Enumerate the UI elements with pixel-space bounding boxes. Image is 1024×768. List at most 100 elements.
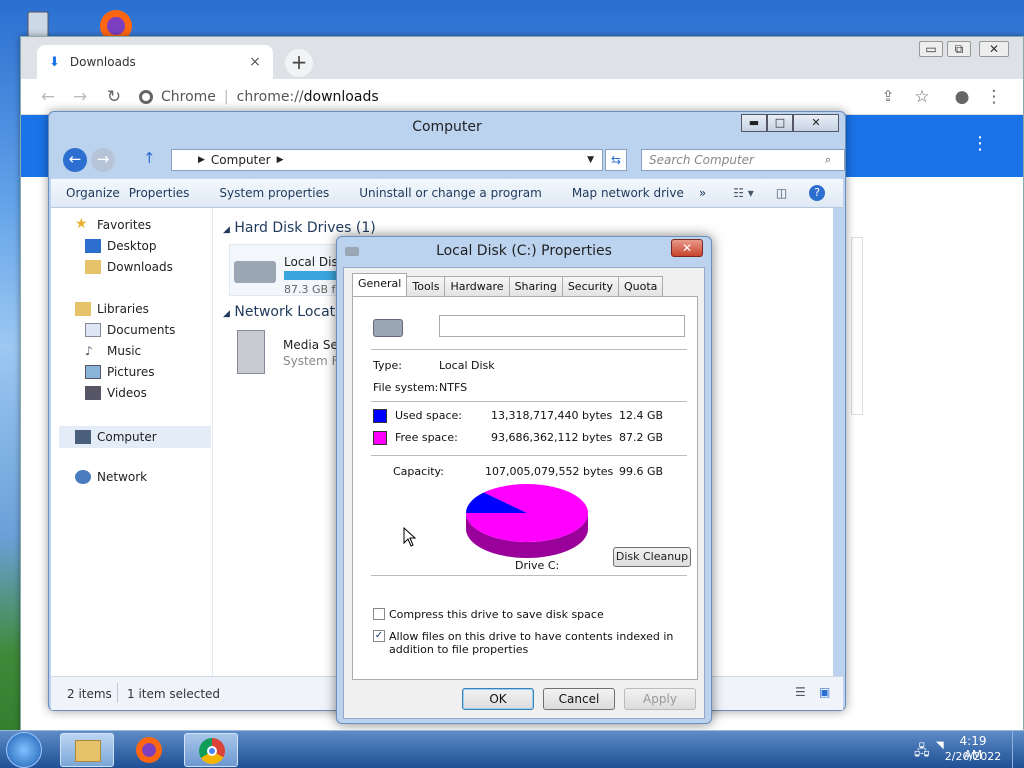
capacity-label: Capacity:	[393, 465, 444, 478]
breadcrumb-computer[interactable]: Computer	[211, 153, 271, 167]
profile-avatar-icon[interactable]: ●	[951, 87, 973, 107]
chrome-menu-icon[interactable]: ⋮	[983, 87, 1005, 107]
tab-hardware[interactable]: Hardware	[444, 276, 510, 296]
file-system-label: File system:	[373, 381, 439, 394]
taskbar-chrome-icon[interactable]	[184, 733, 238, 767]
documents-icon	[85, 323, 101, 337]
forward-icon[interactable]: →	[69, 87, 91, 107]
network-tray-icon[interactable]: 🖧	[914, 740, 930, 764]
refresh-icon[interactable]: ⇆	[605, 149, 627, 171]
url-scheme: chrome://	[236, 89, 304, 105]
used-space-bytes: 13,318,717,440 bytes	[491, 409, 613, 422]
network-icon	[75, 470, 91, 484]
large-icons-view-icon[interactable]: ▣	[819, 685, 830, 699]
dialog-tabs: General Tools Hardware Sharing Security …	[352, 273, 664, 296]
divider-1	[371, 349, 687, 350]
tab-sharing[interactable]: Sharing	[508, 276, 563, 296]
url-chrome-label: Chrome	[161, 89, 216, 105]
status-items: 2 items	[67, 687, 112, 701]
organize-button[interactable]: Organize	[66, 186, 120, 200]
nav-desktop-label: Desktop	[107, 239, 157, 253]
taskbar-explorer-icon[interactable]	[60, 733, 114, 767]
close-button[interactable]: ✕	[979, 41, 1009, 57]
explorer-maximize-button[interactable]: □	[767, 114, 793, 132]
new-tab-button[interactable]: +	[285, 49, 313, 77]
start-button-icon[interactable]	[6, 732, 42, 768]
breadcrumb-chevron-icon: ▶	[276, 155, 284, 165]
network-locations-header[interactable]: ◢ Network Locati	[223, 304, 339, 320]
tab-close-icon[interactable]: ×	[245, 54, 265, 70]
disk-cleanup-button[interactable]: Disk Cleanup	[613, 547, 691, 567]
address-bar[interactable]: ▶ Computer ▶ ▼	[171, 149, 603, 171]
explorer-close-button[interactable]: ✕	[793, 114, 839, 132]
back-icon[interactable]: ←	[37, 87, 59, 107]
drive-free-text: 87.3 GB fr	[284, 283, 340, 296]
show-hidden-icons[interactable]: ◥	[936, 740, 944, 751]
url-separator: |	[223, 89, 229, 105]
chrome-toolbar: ← → ↻ Chrome | chrome://downloads ⇪ ☆ ● …	[21, 79, 1023, 115]
ok-button[interactable]: OK	[462, 688, 534, 710]
explorer-minimize-button[interactable]: ▬	[741, 114, 767, 132]
tab-tools[interactable]: Tools	[406, 276, 446, 296]
properties-button[interactable]: Properties	[129, 186, 190, 200]
forward-button-icon[interactable]: →	[91, 148, 115, 172]
up-arrow-icon[interactable]: ↑	[143, 149, 156, 167]
details-view-icon[interactable]: ☰	[795, 685, 806, 699]
restore-button[interactable]: ⧉	[947, 41, 971, 57]
nav-music[interactable]: ♪ Music	[85, 344, 141, 358]
uninstall-program-button[interactable]: Uninstall or change a program	[359, 186, 542, 200]
cancel-button[interactable]: Cancel	[543, 688, 615, 710]
drive-usage-bar	[284, 271, 344, 280]
media-server-item[interactable]: Media Se System F	[229, 328, 349, 380]
nav-network[interactable]: Network	[75, 470, 147, 484]
clock-date[interactable]: 2/20/2022	[944, 750, 1002, 763]
explorer-nav-bar: ← → ↑ ▶ Computer ▶ ▼ ⇆ Search Computer ⌕	[57, 146, 845, 174]
media-server-label: Media Se	[283, 338, 338, 352]
index-checkbox[interactable]: ✓	[373, 630, 385, 642]
reload-icon[interactable]: ↻	[103, 87, 125, 107]
nav-videos[interactable]: Videos	[85, 386, 147, 400]
nav-desktop[interactable]: Desktop	[85, 239, 157, 253]
bookmark-star-icon[interactable]: ☆	[911, 87, 933, 107]
network-locations-label: Network Locati	[234, 304, 340, 320]
tab-quota[interactable]: Quota	[617, 276, 664, 296]
back-button-icon[interactable]: ←	[63, 148, 87, 172]
more-commands-button[interactable]: »	[699, 186, 706, 200]
show-desktop-button[interactable]	[1012, 731, 1024, 768]
nav-libraries-label: Libraries	[97, 302, 149, 316]
dialog-close-button[interactable]: ✕	[671, 239, 703, 257]
system-properties-button[interactable]: System properties	[219, 186, 329, 200]
map-network-drive-button[interactable]: Map network drive	[572, 186, 684, 200]
type-value: Local Disk	[439, 359, 495, 372]
desktop-icon	[85, 239, 101, 253]
taskbar-firefox-icon[interactable]	[122, 733, 176, 767]
apply-button[interactable]: Apply	[624, 688, 696, 710]
capacity-gb: 99.6 GB	[619, 465, 664, 478]
address-dropdown-icon[interactable]: ▼	[587, 155, 594, 165]
downloads-folder-icon	[85, 260, 101, 274]
nav-pictures[interactable]: Pictures	[85, 365, 155, 379]
tab-downloads[interactable]: ⬇ Downloads ×	[37, 45, 273, 79]
dialog-title: Local Disk (C:) Properties	[436, 243, 612, 259]
nav-libraries[interactable]: Libraries	[75, 302, 149, 316]
preview-pane-icon[interactable]: ◫	[776, 186, 787, 200]
minimize-button[interactable]: ▭	[919, 41, 943, 57]
view-options-icon[interactable]: ☷ ▾	[733, 186, 754, 200]
tab-security[interactable]: Security	[561, 276, 619, 296]
nav-documents[interactable]: Documents	[85, 323, 175, 337]
divider-3	[371, 455, 687, 456]
help-icon[interactable]: ?	[809, 185, 826, 201]
search-input[interactable]: Search Computer	[641, 149, 845, 171]
nav-downloads-label: Downloads	[107, 260, 173, 274]
hard-disk-drives-header[interactable]: ◢ Hard Disk Drives (1)	[223, 220, 376, 236]
omnibox[interactable]: Chrome | chrome://downloads	[139, 83, 859, 111]
nav-computer[interactable]: Computer	[59, 426, 211, 448]
downloads-menu-icon[interactable]: ⋮	[971, 133, 989, 154]
share-icon[interactable]: ⇪	[877, 87, 899, 105]
drive-name-input[interactable]	[439, 315, 685, 337]
compress-checkbox[interactable]	[373, 608, 385, 620]
nav-favorites[interactable]: ★ Favorites	[75, 217, 151, 232]
nav-downloads[interactable]: Downloads	[85, 260, 173, 274]
drive-c-item[interactable]: Local Disk 87.3 GB fr	[229, 244, 349, 296]
tab-general[interactable]: General	[352, 273, 408, 296]
